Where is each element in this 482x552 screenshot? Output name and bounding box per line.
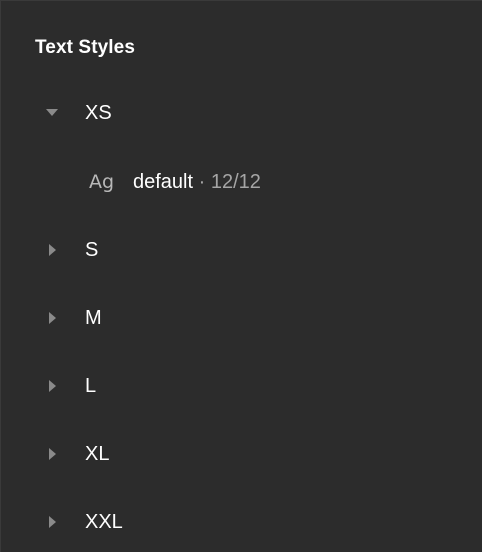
group-row-xs[interactable]: XS — [1, 93, 482, 133]
text-style-label: default · 12/12 — [133, 171, 261, 194]
group-label: M — [85, 306, 102, 329]
text-styles-panel: Text Styles XS Ag default · 12/12 S M L — [0, 0, 482, 552]
group-row-xxl[interactable]: XXL — [1, 502, 482, 542]
triangle-down-icon[interactable] — [45, 106, 59, 120]
triangle-right-icon[interactable] — [45, 243, 59, 257]
text-style-name: default — [133, 170, 194, 193]
text-style-separator: · — [193, 170, 211, 193]
triangle-right-icon[interactable] — [45, 311, 59, 325]
group-row-xl[interactable]: XL — [1, 434, 482, 474]
text-style-item[interactable]: Ag default · 12/12 — [1, 162, 482, 202]
triangle-right-icon[interactable] — [45, 447, 59, 461]
triangle-right-icon[interactable] — [45, 515, 59, 529]
group-row-m[interactable]: M — [1, 298, 482, 338]
group-label: XS — [85, 101, 112, 124]
group-label: XXL — [85, 510, 123, 533]
group-row-s[interactable]: S — [1, 230, 482, 270]
triangle-right-icon[interactable] — [45, 379, 59, 393]
panel-title: Text Styles — [35, 37, 136, 58]
group-label: S — [85, 238, 99, 261]
group-label: L — [85, 374, 97, 397]
text-style-icon: Ag — [89, 171, 115, 193]
text-style-meta: 12/12 — [210, 170, 261, 193]
group-row-l[interactable]: L — [1, 366, 482, 406]
group-label: XL — [85, 442, 110, 465]
